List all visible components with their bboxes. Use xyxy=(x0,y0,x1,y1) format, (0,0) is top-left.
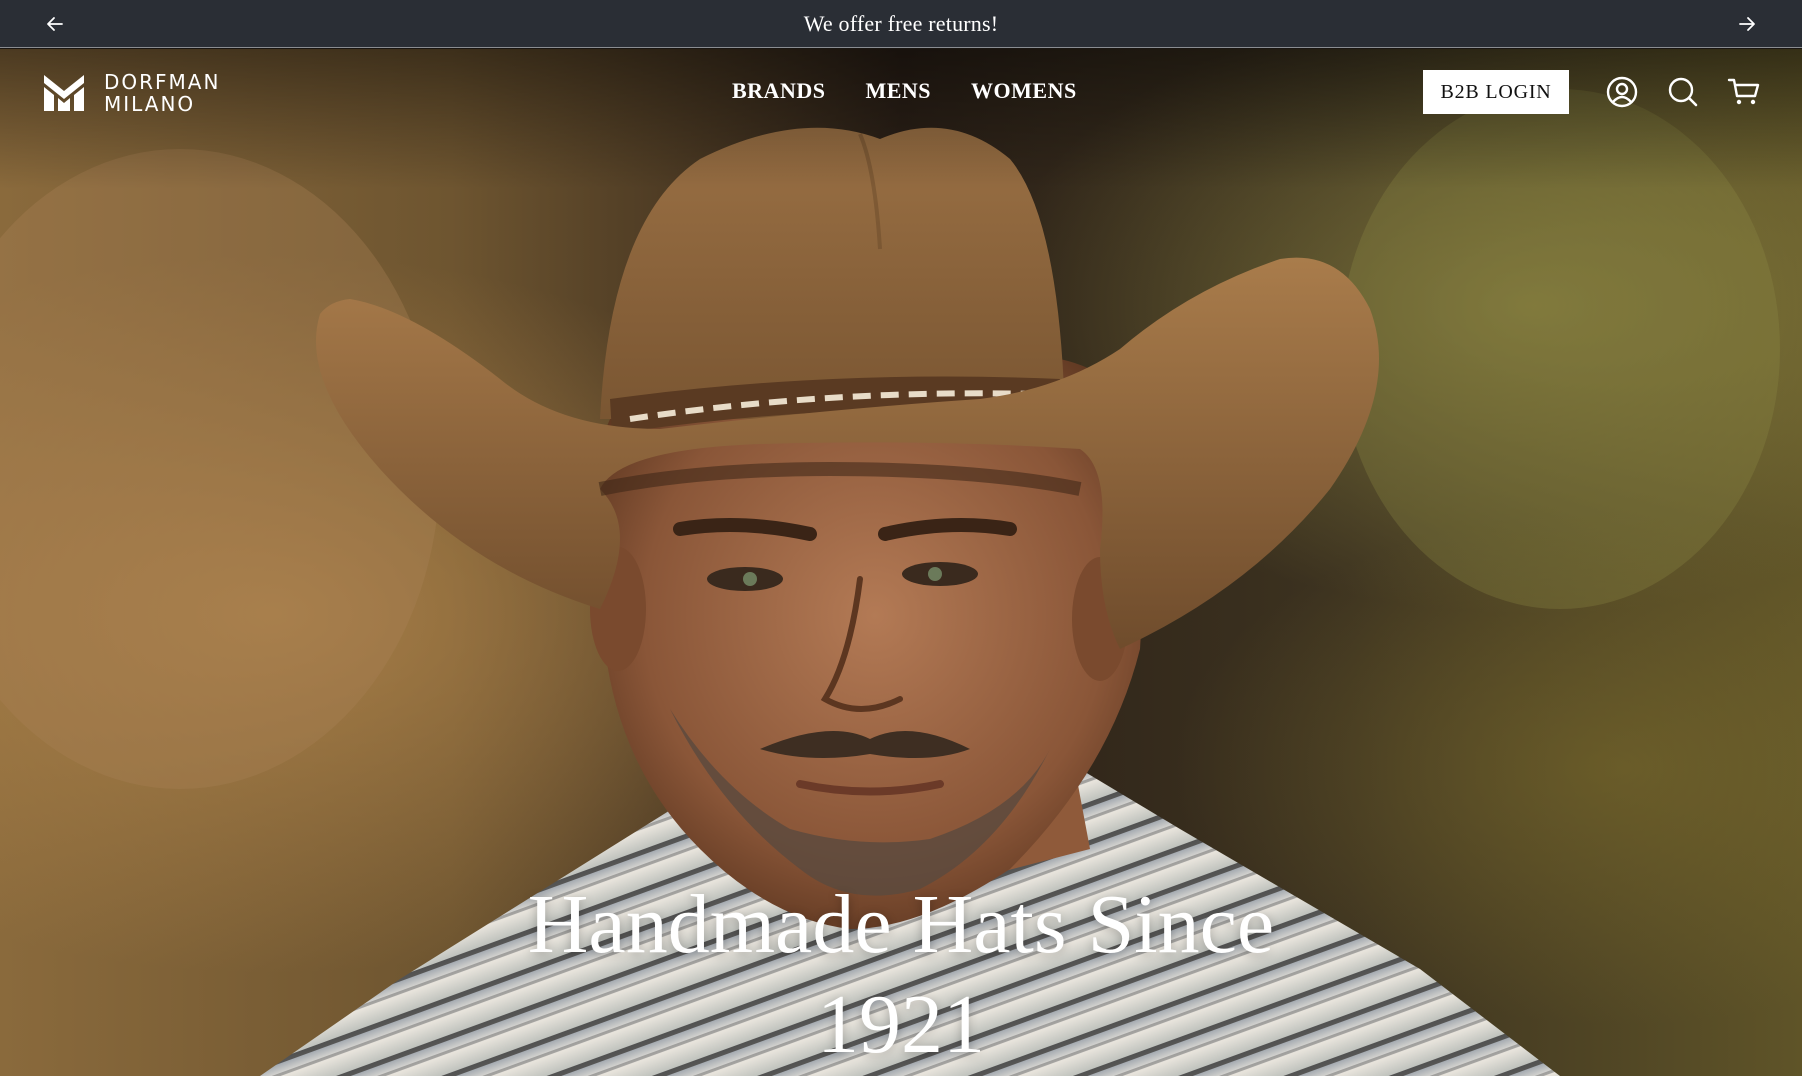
arrow-left-icon xyxy=(47,17,63,31)
page: We offer free returns! DORFMAN MILANO BR… xyxy=(0,0,1802,1076)
nav-item-brands[interactable]: BRANDS xyxy=(732,78,825,104)
brand-logo[interactable]: DORFMAN MILANO xyxy=(42,71,220,115)
cart-button[interactable] xyxy=(1727,75,1761,109)
hero-headline: Handmade Hats Since 1921 xyxy=(0,875,1802,1075)
announcement-bar: We offer free returns! xyxy=(0,0,1802,48)
search-button[interactable] xyxy=(1666,75,1700,109)
hero-headline-line1: Handmade Hats Since xyxy=(527,878,1275,971)
arrow-right-icon xyxy=(1739,17,1755,31)
nav-item-womens[interactable]: WOMENS xyxy=(971,78,1077,104)
cart-icon xyxy=(1727,78,1760,105)
site-header: DORFMAN MILANO BRANDS MENS WOMENS B2B LO… xyxy=(0,49,1802,135)
announcement-prev-button[interactable] xyxy=(43,12,67,36)
brand-name-line1: DORFMAN xyxy=(104,70,221,94)
main-nav: BRANDS MENS WOMENS xyxy=(732,78,1077,104)
nav-item-mens[interactable]: MENS xyxy=(865,78,931,104)
hero-headline-line2: 1921 xyxy=(817,978,985,1071)
brand-name-line2: MILANO xyxy=(104,92,196,116)
announcement-text: We offer free returns! xyxy=(803,10,999,36)
account-button[interactable] xyxy=(1605,75,1639,109)
search-icon xyxy=(1668,77,1698,107)
b2b-login-button[interactable]: B2B LOGIN xyxy=(1423,70,1569,114)
account-icon xyxy=(1606,76,1638,108)
dm-monogram-icon xyxy=(44,75,84,111)
announcement-next-button[interactable] xyxy=(1735,12,1759,36)
brand-name: DORFMAN MILANO xyxy=(104,71,220,115)
